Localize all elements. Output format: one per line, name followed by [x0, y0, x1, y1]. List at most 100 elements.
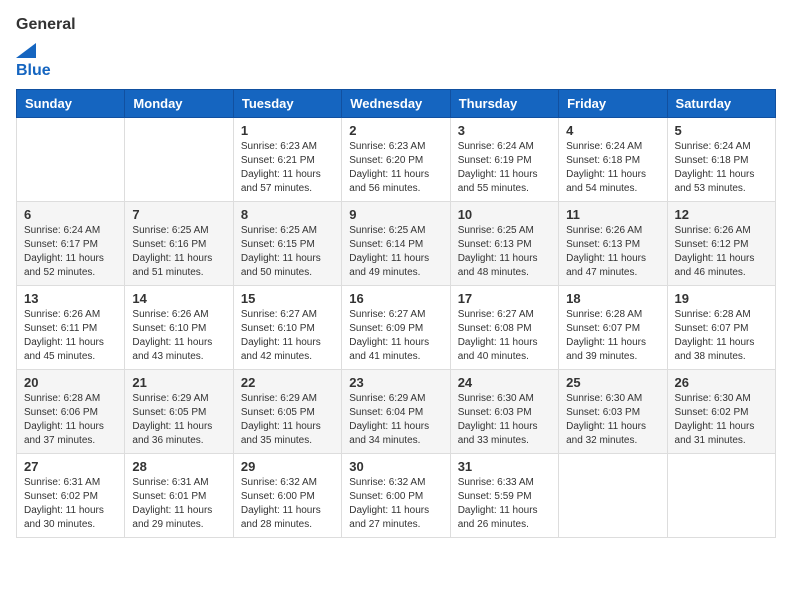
day-info: Sunrise: 6:26 AMSunset: 6:13 PMDaylight:… [566, 224, 659, 280]
day-info: Sunrise: 6:27 AMSunset: 6:10 PMDaylight:… [241, 308, 334, 364]
calendar-cell: 30 Sunrise: 6:32 AMSunset: 6:00 PMDayligh… [342, 454, 450, 538]
day-number: 31 [458, 459, 551, 474]
calendar-cell: 2Sunrise: 6:23 AMSunset: 6:20 PMDaylight… [342, 118, 450, 202]
logo-general: General [16, 16, 76, 34]
day-number: 30 [349, 459, 442, 474]
weekday-header-monday: Monday [125, 90, 233, 118]
calendar-cell: 23 Sunrise: 6:29 AMSunset: 6:04 PMDayligh… [342, 370, 450, 454]
day-info: Sunrise: 6:27 AMSunset: 6:08 PMDaylight:… [458, 308, 551, 364]
weekday-header-sunday: Sunday [17, 90, 125, 118]
calendar-cell: 4Sunrise: 6:24 AMSunset: 6:18 PMDaylight… [559, 118, 667, 202]
calendar-cell: 19Sunrise: 6:28 AMSunset: 6:07 PMDayligh… [667, 286, 775, 370]
day-info: Sunrise: 6:30 AMSunset: 6:03 PMDaylight:… [458, 392, 551, 448]
day-number: 29 [241, 459, 334, 474]
day-number: 7 [132, 207, 225, 222]
calendar-cell: 20Sunrise: 6:28 AMSunset: 6:06 PMDayligh… [17, 370, 125, 454]
day-info: Sunrise: 6:26 AMSunset: 6:11 PMDaylight:… [24, 308, 117, 364]
calendar-cell: 17Sunrise: 6:27 AMSunset: 6:08 PMDayligh… [450, 286, 558, 370]
day-number: 23 [349, 375, 442, 390]
day-info: Sunrise: 6:24 AMSunset: 6:17 PMDaylight:… [24, 224, 117, 280]
day-number: 14 [132, 291, 225, 306]
day-number: 4 [566, 123, 659, 138]
calendar-cell: 31 Sunrise: 6:33 AMSunset: 5:59 PMDayligh… [450, 454, 558, 538]
logo-triangle-icon [16, 38, 36, 58]
calendar-cell [559, 454, 667, 538]
day-number: 13 [24, 291, 117, 306]
day-info: Sunrise: 6:30 AMSunset: 6:02 PMDaylight:… [675, 392, 768, 448]
day-info: Sunrise: 6:33 AMSunset: 5:59 PMDaylight:… [458, 476, 551, 532]
calendar-cell: 6 Sunrise: 6:24 AMSunset: 6:17 PMDaylight… [17, 202, 125, 286]
calendar-table: SundayMondayTuesdayWednesdayThursdayFrid… [16, 89, 776, 538]
day-number: 10 [458, 207, 551, 222]
day-number: 27 [24, 459, 117, 474]
day-info: Sunrise: 6:32 AMSunset: 6:00 PMDaylight:… [349, 476, 442, 532]
day-info: Sunrise: 6:29 AMSunset: 6:05 PMDaylight:… [241, 392, 334, 448]
day-number: 6 [24, 207, 117, 222]
day-number: 26 [675, 375, 768, 390]
calendar-cell: 28 Sunrise: 6:31 AMSunset: 6:01 PMDayligh… [125, 454, 233, 538]
calendar-cell: 25Sunrise: 6:30 AMSunset: 6:03 PMDayligh… [559, 370, 667, 454]
day-number: 16 [349, 291, 442, 306]
day-info: Sunrise: 6:30 AMSunset: 6:03 PMDaylight:… [566, 392, 659, 448]
weekday-header-thursday: Thursday [450, 90, 558, 118]
weekday-header-friday: Friday [559, 90, 667, 118]
day-info: Sunrise: 6:26 AMSunset: 6:12 PMDaylight:… [675, 224, 768, 280]
day-number: 12 [675, 207, 768, 222]
calendar-cell: 26 Sunrise: 6:30 AMSunset: 6:02 PMDayligh… [667, 370, 775, 454]
day-info: Sunrise: 6:24 AMSunset: 6:19 PMDaylight:… [458, 140, 551, 196]
day-info: Sunrise: 6:23 AMSunset: 6:20 PMDaylight:… [349, 140, 442, 196]
day-number: 21 [132, 375, 225, 390]
calendar-week-row: 13 Sunrise: 6:26 AMSunset: 6:11 PMDayligh… [17, 286, 776, 370]
calendar-cell: 11 Sunrise: 6:26 AMSunset: 6:13 PMDayligh… [559, 202, 667, 286]
calendar-cell: 7Sunrise: 6:25 AMSunset: 6:16 PMDaylight… [125, 202, 233, 286]
day-number: 8 [241, 207, 334, 222]
calendar-cell: 15 Sunrise: 6:27 AMSunset: 6:10 PMDayligh… [233, 286, 341, 370]
day-number: 28 [132, 459, 225, 474]
logo-blue: Blue [16, 62, 51, 80]
calendar-cell: 9 Sunrise: 6:25 AMSunset: 6:14 PMDaylight… [342, 202, 450, 286]
day-number: 5 [675, 123, 768, 138]
day-number: 9 [349, 207, 442, 222]
calendar-cell: 12 Sunrise: 6:26 AMSunset: 6:12 PMDayligh… [667, 202, 775, 286]
weekday-header-saturday: Saturday [667, 90, 775, 118]
day-info: Sunrise: 6:29 AMSunset: 6:05 PMDaylight:… [132, 392, 225, 448]
day-info: Sunrise: 6:28 AMSunset: 6:07 PMDaylight:… [566, 308, 659, 364]
day-info: Sunrise: 6:31 AMSunset: 6:01 PMDaylight:… [132, 476, 225, 532]
calendar-cell: 3Sunrise: 6:24 AMSunset: 6:19 PMDaylight… [450, 118, 558, 202]
day-info: Sunrise: 6:26 AMSunset: 6:10 PMDaylight:… [132, 308, 225, 364]
calendar-cell [17, 118, 125, 202]
day-info: Sunrise: 6:25 AMSunset: 6:14 PMDaylight:… [349, 224, 442, 280]
day-number: 20 [24, 375, 117, 390]
calendar-cell: 14 Sunrise: 6:26 AMSunset: 6:10 PMDayligh… [125, 286, 233, 370]
day-number: 15 [241, 291, 334, 306]
day-info: Sunrise: 6:29 AMSunset: 6:04 PMDaylight:… [349, 392, 442, 448]
day-number: 1 [241, 123, 334, 138]
calendar-cell: 8 Sunrise: 6:25 AMSunset: 6:15 PMDaylight… [233, 202, 341, 286]
calendar-cell: 5 Sunrise: 6:24 AMSunset: 6:18 PMDaylight… [667, 118, 775, 202]
weekday-header-wednesday: Wednesday [342, 90, 450, 118]
calendar-cell: 24 Sunrise: 6:30 AMSunset: 6:03 PMDayligh… [450, 370, 558, 454]
calendar-cell [667, 454, 775, 538]
day-info: Sunrise: 6:23 AMSunset: 6:21 PMDaylight:… [241, 140, 334, 196]
calendar-cell: 10 Sunrise: 6:25 AMSunset: 6:13 PMDayligh… [450, 202, 558, 286]
weekday-header-tuesday: Tuesday [233, 90, 341, 118]
day-info: Sunrise: 6:32 AMSunset: 6:00 PMDaylight:… [241, 476, 334, 532]
calendar-cell: 13 Sunrise: 6:26 AMSunset: 6:11 PMDayligh… [17, 286, 125, 370]
day-info: Sunrise: 6:25 AMSunset: 6:13 PMDaylight:… [458, 224, 551, 280]
calendar-cell: 21 Sunrise: 6:29 AMSunset: 6:05 PMDayligh… [125, 370, 233, 454]
day-number: 24 [458, 375, 551, 390]
day-info: Sunrise: 6:31 AMSunset: 6:02 PMDaylight:… [24, 476, 117, 532]
calendar-week-row: 1 Sunrise: 6:23 AMSunset: 6:21 PMDaylight… [17, 118, 776, 202]
calendar-week-row: 20Sunrise: 6:28 AMSunset: 6:06 PMDayligh… [17, 370, 776, 454]
calendar-cell: 1 Sunrise: 6:23 AMSunset: 6:21 PMDaylight… [233, 118, 341, 202]
logo: General Blue [16, 16, 76, 79]
day-number: 18 [566, 291, 659, 306]
calendar-week-row: 6 Sunrise: 6:24 AMSunset: 6:17 PMDaylight… [17, 202, 776, 286]
day-info: Sunrise: 6:28 AMSunset: 6:07 PMDaylight:… [675, 308, 768, 364]
day-number: 11 [566, 207, 659, 222]
day-info: Sunrise: 6:27 AMSunset: 6:09 PMDaylight:… [349, 308, 442, 364]
page-header: General Blue [16, 16, 776, 79]
day-info: Sunrise: 6:25 AMSunset: 6:15 PMDaylight:… [241, 224, 334, 280]
day-info: Sunrise: 6:24 AMSunset: 6:18 PMDaylight:… [675, 140, 768, 196]
calendar-cell [125, 118, 233, 202]
